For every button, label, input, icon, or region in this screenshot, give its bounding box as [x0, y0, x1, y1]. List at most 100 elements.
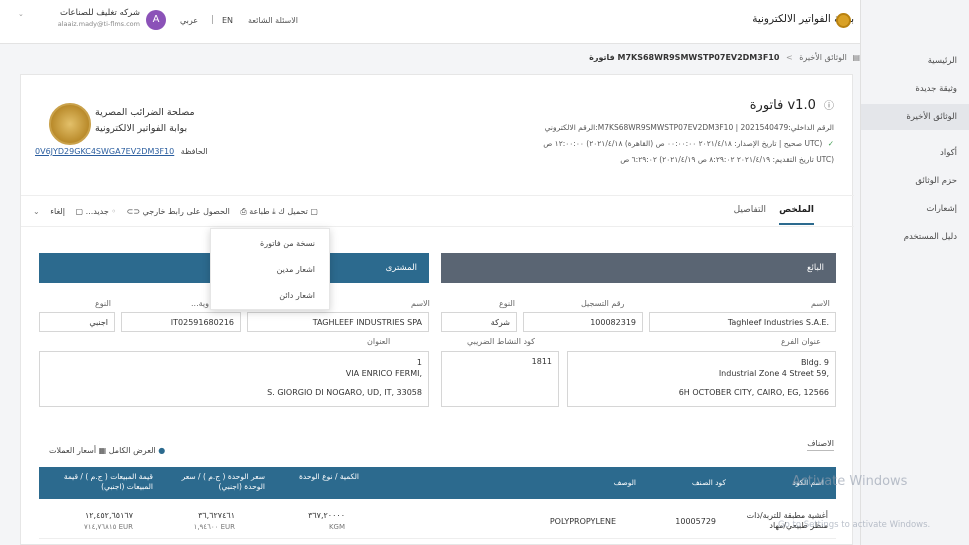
row-item-code: 10005729 [675, 517, 716, 526]
full-view-button[interactable]: العرض الكامل ▦ [99, 446, 156, 455]
items-section-label: الاصناف [807, 439, 834, 451]
sidebar-item-codes[interactable]: أكواد [940, 148, 957, 158]
buyer-address-label: العنوان [367, 337, 391, 346]
col-unit-price: سعر الوحدة ( ج.م ) / سعر الوحدة (اجنبي) [181, 472, 265, 491]
new-dropdown-button[interactable]: ◦ جديد... ▢ [76, 207, 117, 216]
lang-separator: | [211, 15, 215, 25]
lang-ar-link[interactable]: عربي [180, 16, 198, 25]
row-quantity: ٣٦٧,٢٠٠٠٠ [308, 511, 345, 520]
document-title-row: فاتورة v1.0 ⓘ [750, 97, 834, 113]
print-button[interactable]: طباعة ⎙ [240, 207, 269, 216]
org-email: alaaiz.mady@ti-flms.com [57, 20, 140, 28]
table-icon: ▦ [98, 446, 107, 455]
breadcrumb-root[interactable]: الوثائق الأخيرة [799, 53, 847, 62]
document-status: صحيح | تاريخ الإصدار: ٢٠٢١/٤/١٨ ٠٠:٠٠:٠٠… [543, 139, 823, 148]
buyer-id-label: ...وية [191, 299, 210, 308]
tab-details[interactable]: التفاصيل [734, 205, 766, 215]
seller-name-label: الاسم [811, 299, 830, 308]
buyer-name-field: TAGHLEEF INDUSTRIES SPA [247, 312, 429, 332]
sidebar-item-new-document[interactable]: وثيقة جديدة [915, 84, 957, 94]
buyer-address-line2: VIA ENRICO FERMI, [345, 369, 422, 378]
buyer-address-line1: 1 [416, 358, 422, 367]
table-row[interactable]: أغشية مطبقة للتربة/ذات منظر طبيعي/مهاد 1… [39, 499, 836, 539]
tab-summary[interactable]: الملخص [779, 205, 814, 225]
document-card: فاتورة v1.0 ⓘ الرقم الالكتروني:M7KS68WR9… [20, 74, 854, 545]
seller-activity-label: كود النشاط الضريبي [467, 337, 535, 346]
col-description: الوصف [613, 478, 636, 487]
buyer-address-line3: S. GIORGIO DI NOGARO, UD, IT, 33058 [267, 388, 422, 397]
sidebar-item-document-packages[interactable]: حزم الوثائق [915, 176, 957, 186]
row-description: POLYPROPYLENE [549, 517, 616, 526]
buyer-name-label: الاسم [411, 299, 430, 308]
authority-portal: بوابة الفواتير الالكترونية [95, 123, 188, 134]
items-toolbar: العرض الكامل ▦ أسعار العملات ● [41, 446, 165, 455]
sidebar-item-notifications[interactable]: إشعارات [926, 204, 957, 214]
faq-link[interactable]: الاسئلة الشائعة [248, 16, 298, 25]
seller-reg-field: 100082319 [523, 312, 643, 332]
seller-branch-address-field: Bldg. 9 Industrial Zone 4 Street 59, 6H … [567, 351, 836, 407]
seller-name-field: Taghleef Industries S.A.E. [649, 312, 836, 332]
info-icon: ● [158, 446, 166, 455]
buyer-address-field: 1 VIA ENRICO FERMI, S. GIORGIO DI NOGARO… [39, 351, 429, 407]
wallet-row: 0V6JYD29GKC4SWGA7EV2DM3F10 الحافظة [35, 147, 208, 156]
breadcrumb-current: فاتورة M7KS68WR9SMWSTP07EV2DM3F10 [589, 53, 780, 62]
sidebar-item-home[interactable]: الرئيسية [928, 56, 957, 66]
chevron-down-icon[interactable]: ⌄ [18, 10, 24, 18]
seller-header: البائع [441, 253, 836, 283]
sidebar-item-recent-documents[interactable]: الوثائق الأخيرة [861, 104, 969, 130]
seller-branch-label: عنوان الفرع [781, 337, 821, 346]
tax-authority-seal-icon [49, 103, 91, 145]
authority-name: مصلحة الضرائب المصرية [95, 107, 195, 118]
row-unit-price-foreign: ١,٩٤٦٠٠ EUR [193, 523, 235, 531]
action-buttons: ⌄ تحميل ك ⤓ طباعة ⎙ الحصول على رابط خارج… [33, 207, 318, 217]
document-icon: ▤ [852, 53, 860, 62]
buyer-type-label: النوع [95, 299, 111, 308]
seller-type-label: النوع [499, 299, 515, 308]
print-icon: ⎙ [240, 207, 247, 216]
chevron-down-icon: ⌄ [33, 207, 40, 216]
row-sales-foreign: ٧١٤,٧٦٨١٥ EUR [84, 523, 133, 531]
cancel-document-icon: ▢ [310, 207, 318, 216]
document-ids: الرقم الالكتروني:M7KS68WR9SMWSTP07EV2DM3… [544, 123, 834, 132]
external-link-button[interactable]: الحصول على رابط خارجي ⊂⊃ [127, 207, 230, 216]
chevron-icon: ◦ [111, 207, 117, 216]
row-sales: ١٢,٤٥٢,٦٥١٦٧ [84, 511, 133, 520]
breadcrumb: فاتورة M7KS68WR9SMWSTP07EV2DM3F10 < الوث… [20, 44, 860, 74]
top-bar: ⌄ شركه تغليف للصناعات alaaiz.mady@ti-flm… [0, 0, 860, 44]
seller-address-line3: 6H OCTOBER CITY, CAIRO, EG, 12566 [678, 388, 829, 397]
menu-item-invoice-copy[interactable]: نسخة من فاتورة [260, 239, 315, 248]
seller-header-label: البائع [807, 263, 824, 273]
lang-en-link[interactable]: EN [222, 16, 233, 25]
menu-item-debit-note[interactable]: اشعار مدين [277, 265, 315, 274]
sidebar-item-user-guide[interactable]: دليل المستخدم [904, 232, 957, 242]
new-document-menu: نسخة من فاتورة اشعار مدين اشعار دائن [210, 228, 330, 310]
col-quantity: الكمية / نوع الوحدة [299, 472, 359, 481]
seller-activity-field: 1811 [441, 351, 559, 407]
info-icon[interactable]: ⓘ [824, 101, 834, 112]
seller-type-field: شركة [441, 312, 517, 332]
items-table-header: اسم الكود كود الصنف الوصف الكمية / نوع ا… [39, 467, 836, 499]
document-submit-date: تاريخ التقديم: ٢٠٢١/٤/١٩ ٨:٢٩:٠٢ ص ٢٠٢١/… [620, 155, 834, 164]
new-document-icon: ▢ [75, 207, 84, 216]
seller-address-line2: Industrial Zone 4 Street 59, [718, 369, 829, 378]
watermark-title: Activate Windows [792, 474, 908, 489]
download-icon: ⤓ [272, 207, 276, 216]
menu-item-credit-note[interactable]: اشعار دائن [279, 291, 315, 300]
wallet-code-link[interactable]: 0V6JYD29GKC4SWGA7EV2DM3F10 [35, 147, 174, 156]
buyer-id-field: IT02591680216 [121, 312, 241, 332]
watermark-subtitle: Go to Settings to activate Windows. [778, 520, 931, 530]
check-circle-icon: ✓ [827, 139, 834, 148]
col-item-code: كود الصنف [691, 478, 726, 487]
col-sales-value: قيمة المبيعات ( ج.م ) / قيمة المبيعات (ا… [63, 472, 153, 491]
avatar[interactable]: A [146, 10, 166, 30]
org-switcher[interactable]: شركه تغليف للصناعات alaaiz.mady@ti-flms.… [30, 8, 140, 28]
document-title: فاتورة v1.0 [749, 98, 816, 113]
sidebar: الرئيسية وثيقة جديدة الوثائق الأخيرة أكو… [860, 0, 969, 545]
document-status-row: صحيح | تاريخ الإصدار: ٢٠٢١/٤/١٨ ٠٠:٠٠:٠٠… [543, 139, 834, 148]
wallet-label: الحافظة [180, 147, 208, 156]
seller-address-line1: Bldg. 9 [800, 358, 829, 367]
buyer-header-label: المشترى [385, 263, 417, 273]
buyer-type-field: اجنبي [39, 312, 115, 332]
link-icon: ⊂⊃ [126, 207, 141, 216]
portal-logo-icon [836, 13, 851, 28]
